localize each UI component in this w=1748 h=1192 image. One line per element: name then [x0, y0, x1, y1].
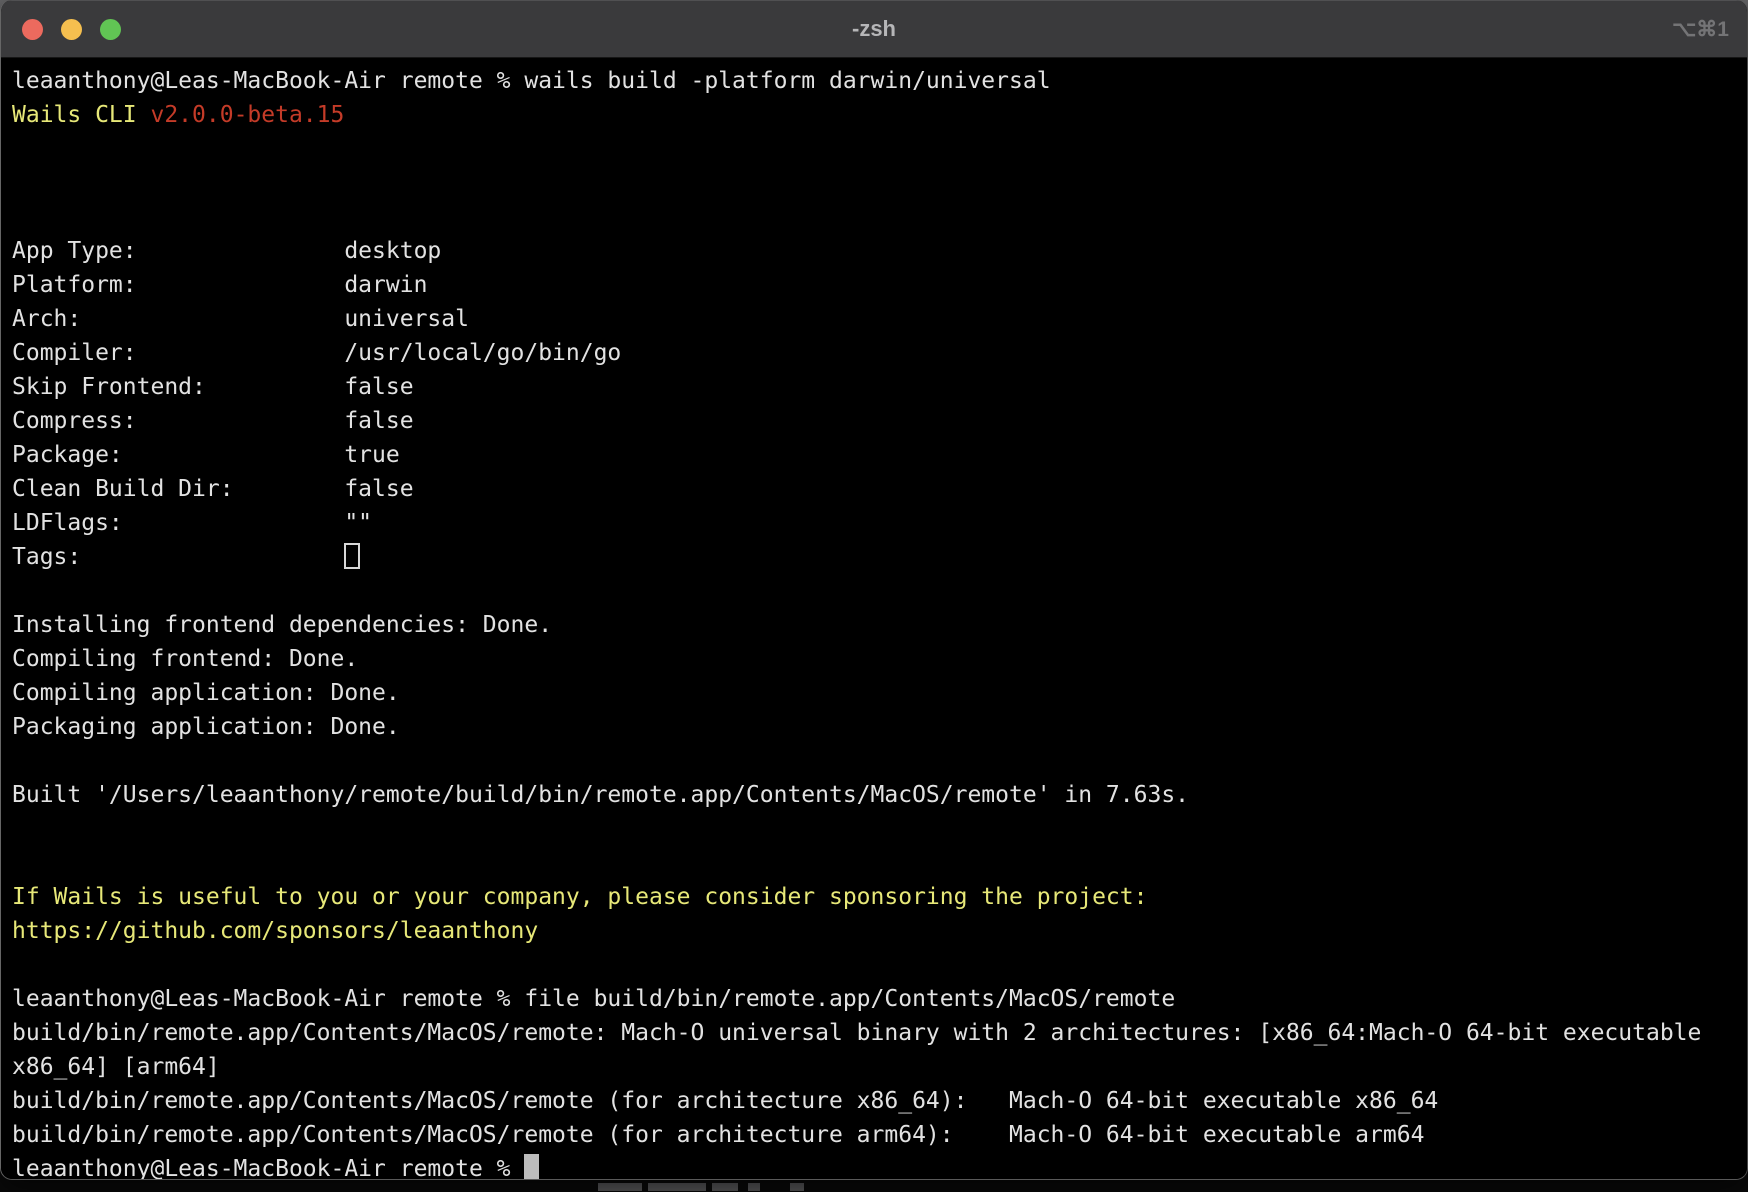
terminal-line: Skip Frontend: false	[12, 370, 1747, 404]
terminal-text: leaanthony@Leas-MacBook-Air remote %	[12, 1156, 524, 1180]
terminal-line: https://github.com/sponsors/leaanthony	[12, 914, 1747, 948]
terminal-line: build/bin/remote.app/Contents/MacOS/remo…	[12, 1016, 1747, 1050]
terminal-cursor	[524, 1154, 539, 1180]
terminal-line	[12, 200, 1747, 234]
terminal-line: Compiler: /usr/local/go/bin/go	[12, 336, 1747, 370]
zoom-button[interactable]	[100, 19, 121, 40]
terminal-window: -zsh ⌥⌘1 leaanthony@Leas-MacBook-Air rem…	[0, 0, 1748, 1180]
terminal-line	[12, 812, 1747, 846]
terminal-line	[12, 744, 1747, 778]
terminal-text: leaanthony@Leas-MacBook-Air remote % fil…	[12, 986, 1175, 1012]
terminal-text: Built '/Users/leaanthony/remote/build/bi…	[12, 782, 1189, 808]
terminal-text: Package: true	[12, 442, 400, 468]
terminal-line: Packaging application: Done.	[12, 710, 1747, 744]
terminal-line	[12, 132, 1747, 166]
terminal-line: x86_64] [arm64]	[12, 1050, 1747, 1084]
terminal-line: Wails CLI v2.0.0-beta.15	[12, 98, 1747, 132]
terminal-line: Package: true	[12, 438, 1747, 472]
terminal-line: Platform: darwin	[12, 268, 1747, 302]
terminal-line: Installing frontend dependencies: Done.	[12, 608, 1747, 642]
terminal-screen[interactable]: leaanthony@Leas-MacBook-Air remote % wai…	[1, 58, 1747, 1180]
terminal-text: Clean Build Dir: false	[12, 476, 414, 502]
terminal-line: Clean Build Dir: false	[12, 472, 1747, 506]
missing-glyph-box-icon	[344, 543, 360, 569]
occluded-window-fragments	[0, 1180, 1748, 1192]
minimize-button[interactable]	[61, 19, 82, 40]
terminal-line: Compress: false	[12, 404, 1747, 438]
terminal-line: App Type: desktop	[12, 234, 1747, 268]
terminal-line	[12, 948, 1747, 982]
traffic-lights	[1, 19, 121, 40]
terminal-line: Arch: universal	[12, 302, 1747, 336]
terminal-text: v2.0.0-beta.15	[150, 102, 344, 128]
terminal-line: Built '/Users/leaanthony/remote/build/bi…	[12, 778, 1747, 812]
terminal-line: If Wails is useful to you or your compan…	[12, 880, 1747, 914]
terminal-text: build/bin/remote.app/Contents/MacOS/remo…	[12, 1122, 1424, 1148]
terminal-text: App Type: desktop	[12, 238, 441, 264]
close-button[interactable]	[22, 19, 43, 40]
terminal-text: x86_64] [arm64]	[12, 1054, 220, 1080]
terminal-line: Compiling frontend: Done.	[12, 642, 1747, 676]
terminal-text: If Wails is useful to you or your compan…	[12, 884, 1147, 910]
terminal-text: LDFlags: ""	[12, 510, 372, 536]
terminal-text: Compiling application: Done.	[12, 680, 400, 706]
terminal-text: Tags:	[12, 544, 344, 570]
occluded-window-fragment	[748, 1183, 760, 1191]
terminal-line	[12, 166, 1747, 200]
terminal-text: Skip Frontend: false	[12, 374, 414, 400]
terminal-text: Compiling frontend: Done.	[12, 646, 358, 672]
terminal-text: Platform: darwin	[12, 272, 427, 298]
terminal-text: Installing frontend dependencies: Done.	[12, 612, 552, 638]
terminal-text: build/bin/remote.app/Contents/MacOS/remo…	[12, 1088, 1438, 1114]
occluded-window-fragment	[648, 1183, 706, 1191]
keyboard-shortcut-badge: ⌥⌘1	[1672, 17, 1747, 42]
terminal-text: Arch: universal	[12, 306, 469, 332]
terminal-line: Compiling application: Done.	[12, 676, 1747, 710]
terminal-text: Compress: false	[12, 408, 414, 434]
terminal-line: LDFlags: ""	[12, 506, 1747, 540]
terminal-text: Compiler: /usr/local/go/bin/go	[12, 340, 621, 366]
terminal-line	[12, 574, 1747, 608]
terminal-line: build/bin/remote.app/Contents/MacOS/remo…	[12, 1118, 1747, 1152]
terminal-text: Packaging application: Done.	[12, 714, 400, 740]
terminal-line: leaanthony@Leas-MacBook-Air remote % fil…	[12, 982, 1747, 1016]
terminal-line: leaanthony@Leas-MacBook-Air remote % wai…	[12, 64, 1747, 98]
terminal-line: leaanthony@Leas-MacBook-Air remote %	[12, 1152, 1747, 1180]
occluded-window-fragment	[712, 1183, 738, 1191]
terminal-text: build/bin/remote.app/Contents/MacOS/remo…	[12, 1020, 1701, 1046]
occluded-window-fragment	[598, 1183, 642, 1191]
terminal-line: Tags:	[12, 540, 1747, 574]
titlebar[interactable]: -zsh ⌥⌘1	[1, 0, 1747, 58]
terminal-line: build/bin/remote.app/Contents/MacOS/remo…	[12, 1084, 1747, 1118]
occluded-window-fragment	[790, 1183, 804, 1191]
terminal-line	[12, 846, 1747, 880]
terminal-text: Wails CLI	[12, 102, 150, 128]
window-title: -zsh	[1, 1, 1747, 57]
terminal-text: leaanthony@Leas-MacBook-Air remote % wai…	[12, 68, 1051, 94]
sponsor-link[interactable]: https://github.com/sponsors/leaanthony	[12, 918, 538, 944]
